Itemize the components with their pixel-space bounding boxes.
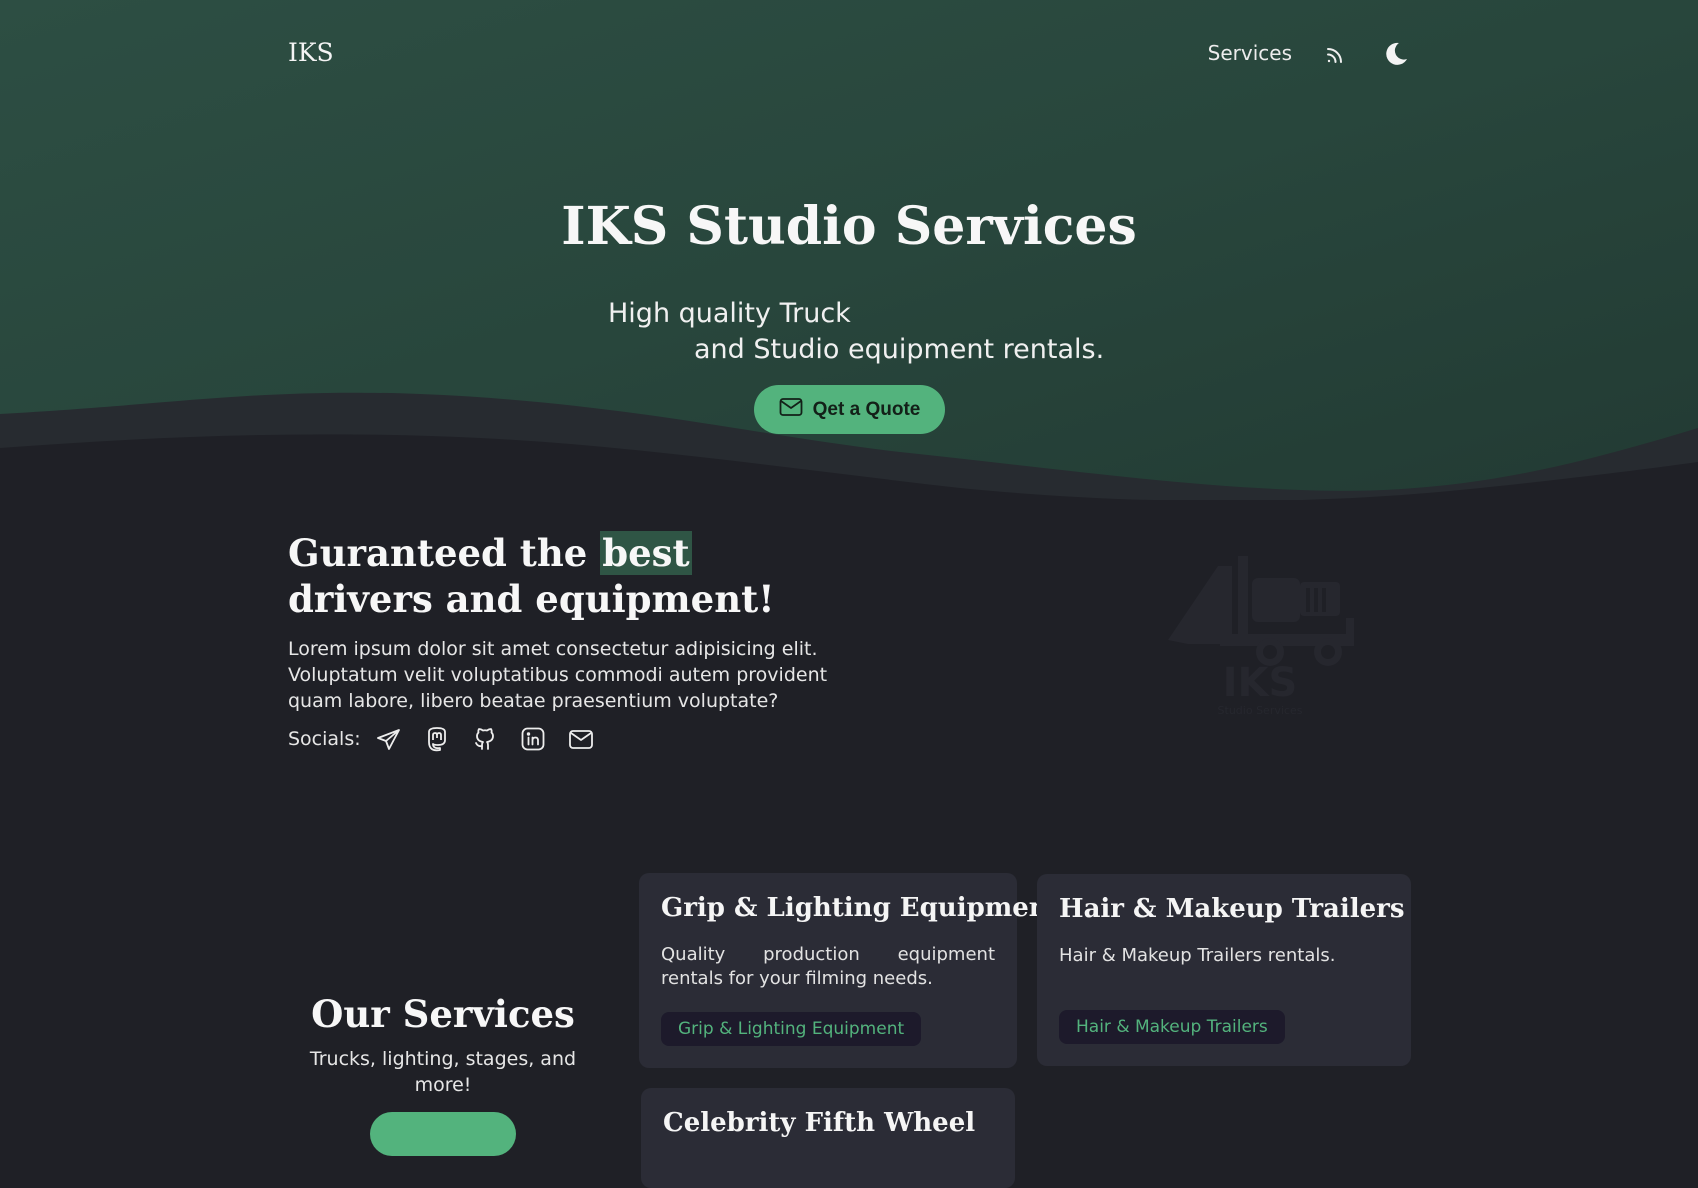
mastodon-icon[interactable] (423, 725, 451, 753)
socials-row: Socials: (288, 724, 615, 754)
github-icon[interactable] (471, 725, 499, 753)
card-title: Hair & Makeup Trailers (1059, 894, 1405, 924)
telegram-icon[interactable] (375, 725, 403, 753)
logo-text: IKS (1223, 660, 1298, 706)
get-quote-label: Qet a Quote (812, 398, 921, 420)
service-card-celebrity-fifth-wheel[interactable]: Celebrity Fifth Wheel (641, 1088, 1015, 1188)
service-card-hair-makeup[interactable]: Hair & Makeup Trailers Hair & Makeup Tra… (1037, 874, 1411, 1066)
brand-logo[interactable]: IKS (288, 38, 334, 67)
card-tag[interactable]: Grip & Lighting Equipment (661, 1012, 922, 1046)
services-subtitle: Trucks, lighting, stages, and more! (309, 1048, 577, 1096)
card-tag[interactable]: Hair & Makeup Trailers (1059, 1010, 1285, 1044)
iks-truck-logo: IKS Studio Services (1168, 556, 1354, 717)
mail-icon (779, 397, 803, 423)
services-header: Our Services Trucks, lighting, stages, a… (288, 992, 598, 1098)
card-title: Celebrity Fifth Wheel (663, 1108, 976, 1138)
socials-label: Socials: (288, 728, 361, 750)
services-button[interactable] (370, 1112, 516, 1156)
moon-icon[interactable] (1382, 40, 1410, 68)
logo-subtext: Studio Services (1218, 704, 1303, 717)
mail-icon[interactable] (567, 725, 595, 753)
card-description: Quality production equipment rentals for… (661, 944, 995, 989)
about-text: Lorem ipsum dolor sit amet consectetur a… (288, 638, 828, 712)
hero-title: IKS Studio Services (561, 196, 1137, 257)
services-title: Our Services (311, 992, 575, 1036)
get-quote-button[interactable]: Qet a Quote (754, 385, 945, 434)
service-card-grip-lighting[interactable]: Grip & Lighting Equipment Quality produc… (639, 873, 1060, 1068)
linkedin-icon[interactable] (519, 725, 547, 753)
hero-background (0, 0, 1698, 520)
about-title: Guranteed the best drivers and equipment… (288, 531, 775, 621)
card-title: Grip & Lighting Equipment (661, 893, 1060, 923)
highlight-word: best (600, 531, 692, 575)
hero-tagline-line2: and Studio equipment rentals. (694, 334, 1105, 365)
top-nav: IKS Services (288, 36, 1410, 72)
rss-icon[interactable] (1322, 40, 1350, 68)
hero-tagline-line1: High quality Truck (608, 298, 851, 329)
nav-link-services[interactable]: Services (1208, 41, 1292, 65)
card-description: Hair & Makeup Trailers rentals. (1059, 945, 1336, 966)
